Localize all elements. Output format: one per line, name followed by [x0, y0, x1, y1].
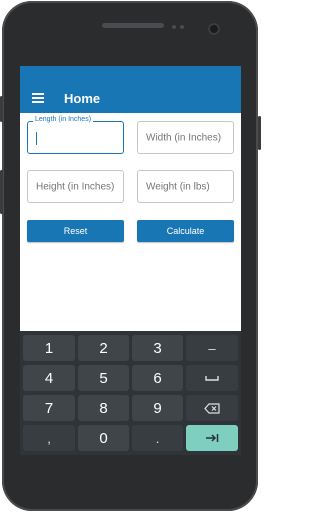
- height-input-placeholder: Height (in Inches): [36, 181, 115, 192]
- earpiece-speaker: [102, 23, 164, 28]
- key-comma[interactable]: ,: [23, 425, 75, 451]
- backspace-icon: [204, 402, 220, 414]
- key-5[interactable]: 5: [78, 365, 129, 391]
- text-cursor: [36, 132, 37, 145]
- calculate-button[interactable]: Calculate: [137, 220, 234, 242]
- length-input-label: Length (in Inches): [33, 116, 94, 123]
- length-input[interactable]: Length (in Inches): [27, 116, 124, 154]
- key-period[interactable]: .: [132, 425, 183, 451]
- key-2[interactable]: 2: [78, 335, 129, 361]
- key-6[interactable]: 6: [132, 365, 183, 391]
- page-title: Home: [64, 91, 101, 106]
- front-camera: [208, 23, 220, 35]
- hamburger-menu-icon[interactable]: [32, 93, 44, 103]
- sensor-dot: [172, 25, 176, 29]
- volume-button: [0, 96, 3, 122]
- key-4[interactable]: 4: [23, 365, 75, 391]
- key-1[interactable]: 1: [23, 335, 75, 361]
- sensor-dot: [180, 25, 184, 29]
- height-input[interactable]: Height (in Inches): [27, 170, 124, 203]
- key-9[interactable]: 9: [132, 395, 183, 421]
- app-bar: Home: [20, 66, 241, 113]
- weight-input-placeholder: Weight (in lbs): [146, 181, 210, 192]
- key-minus[interactable]: –: [186, 335, 238, 361]
- side-button: [0, 170, 3, 214]
- key-8[interactable]: 8: [78, 395, 129, 421]
- width-input-placeholder: Width (in Inches): [146, 132, 222, 143]
- key-7[interactable]: 7: [23, 395, 75, 421]
- width-input[interactable]: Width (in Inches): [137, 121, 234, 154]
- key-space[interactable]: [186, 365, 238, 391]
- key-backspace[interactable]: [186, 395, 238, 421]
- key-next[interactable]: [186, 425, 238, 451]
- tab-next-icon: [206, 434, 219, 442]
- key-3[interactable]: 3: [132, 335, 183, 361]
- reset-button[interactable]: Reset: [27, 220, 124, 242]
- key-0[interactable]: 0: [78, 425, 129, 451]
- weight-input[interactable]: Weight (in lbs): [137, 170, 234, 203]
- space-icon: [205, 376, 219, 381]
- power-button: [258, 116, 261, 150]
